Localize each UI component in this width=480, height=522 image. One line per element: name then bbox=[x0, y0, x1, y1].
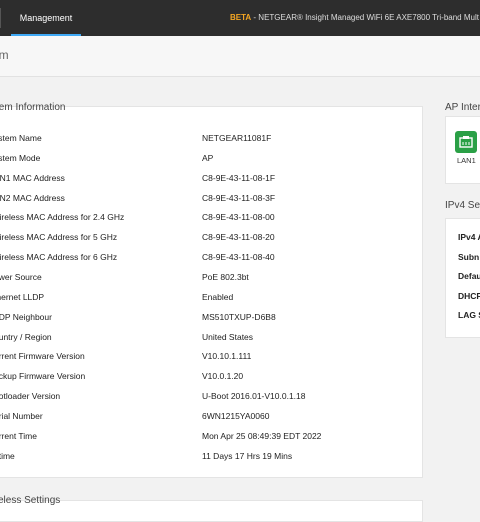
wireless-settings-card bbox=[0, 500, 423, 522]
info-row-label: urrent Time bbox=[0, 431, 37, 441]
info-row-value: V10.0.1.20 bbox=[202, 371, 244, 381]
info-row-value: NETGEAR11081F bbox=[202, 133, 272, 143]
ipv4-row-label: Subn bbox=[458, 252, 480, 262]
ipv4-row-label: DHCP bbox=[458, 291, 480, 301]
wireless-settings-title: eless Settings bbox=[0, 495, 61, 506]
info-row-value: PoE 802.3bt bbox=[202, 272, 249, 282]
ipv4-settings-title: IPv4 Se bbox=[445, 200, 480, 211]
info-row-label: LDP Neighbour bbox=[0, 312, 52, 322]
lan-port-label: LAN1 bbox=[457, 156, 476, 165]
info-row-value: Enabled bbox=[202, 292, 234, 302]
info-row-value: U-Boot 2016.01-V10.0.1.18 bbox=[202, 391, 306, 401]
info-row-value: C8-9E-43-11-08-00 bbox=[202, 212, 275, 222]
info-row-value: V10.10.1.111 bbox=[202, 351, 252, 361]
product-name: - NETGEAR® Insight Managed WiFi 6E AXE78… bbox=[251, 13, 479, 22]
system-information-title: tem Information bbox=[0, 102, 66, 113]
info-row-label: ackup Firmware Version bbox=[0, 371, 86, 381]
product-title: BETA - NETGEAR® Insight Managed WiFi 6E … bbox=[230, 0, 479, 36]
info-row-value: 11 Days 17 Hrs 19 Mins bbox=[202, 451, 293, 461]
info-row-label: Vireless MAC Address for 2.4 GHz bbox=[0, 212, 125, 222]
ethernet-port-icon bbox=[459, 136, 473, 148]
ipv4-row-label: Defau bbox=[458, 271, 480, 281]
info-row-value: 6WN1215YA0060 bbox=[202, 411, 270, 421]
info-row-label: ootloader Version bbox=[0, 391, 61, 401]
ipv4-row-label: IPv4 A bbox=[458, 232, 480, 242]
beta-badge: BETA bbox=[230, 13, 252, 22]
tab-management[interactable]: Management bbox=[11, 0, 81, 36]
ipv4-row-label: LAG S bbox=[458, 310, 480, 320]
page-header bbox=[0, 36, 480, 77]
info-row-label: AN1 MAC Address bbox=[0, 173, 65, 183]
info-row-label: erial Number bbox=[0, 411, 43, 421]
info-row-value: AP bbox=[202, 153, 214, 163]
ap-interfaces-title: AP Inter bbox=[445, 102, 480, 113]
info-row-label: ountry / Region bbox=[0, 332, 52, 342]
info-row-label: Vireless MAC Address for 5 GHz bbox=[0, 232, 118, 242]
info-row-label: AN2 MAC Address bbox=[0, 193, 65, 203]
lan-port-icon[interactable] bbox=[455, 131, 477, 153]
info-row-value: United States bbox=[202, 332, 254, 342]
info-row-value: C8-9E-43-11-08-40 bbox=[202, 252, 275, 262]
info-row-label: ower Source bbox=[0, 272, 42, 282]
info-row-label: Vireless MAC Address for 6 GHz bbox=[0, 252, 118, 262]
info-row-value: C8-9E-43-11-08-20 bbox=[202, 232, 275, 242]
page-title: em bbox=[0, 48, 9, 62]
info-row-value: C8-9E-43-11-08-1F bbox=[202, 173, 276, 183]
info-row-label: ystem Mode bbox=[0, 153, 41, 163]
info-row-label: thernet LLDP bbox=[0, 292, 45, 302]
info-row-value: MS510TXUP-D6B8 bbox=[202, 312, 276, 322]
info-row-value: Mon Apr 25 08:49:39 EDT 2022 bbox=[202, 431, 322, 441]
info-row-label: ystem Name bbox=[0, 133, 42, 143]
info-row-label: urrent Firmware Version bbox=[0, 351, 85, 361]
top-divider bbox=[0, 8, 1, 28]
info-row-value: C8-9E-43-11-08-3F bbox=[202, 193, 276, 203]
top-navigation-bar: Management BETA - NETGEAR® Insight Manag… bbox=[0, 0, 480, 36]
info-row-label: ptime bbox=[0, 451, 15, 461]
